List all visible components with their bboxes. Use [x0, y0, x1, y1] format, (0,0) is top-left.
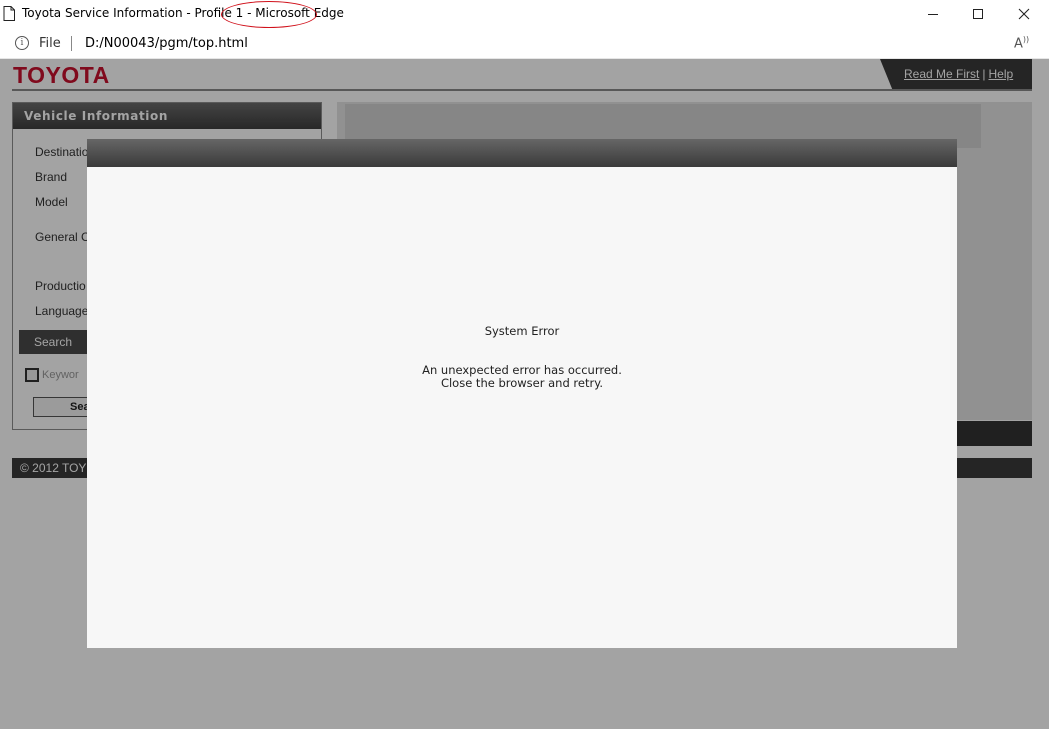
window-title-bar: Toyota Service Information - Profile 1 -… — [0, 0, 1049, 29]
url-field[interactable]: D:/N00043/pgm/top.html — [85, 36, 248, 51]
address-divider — [71, 36, 72, 51]
error-dialog: System Error An unexpected error has occ… — [87, 139, 957, 648]
error-message-line2: Close the browser and retry. — [440, 376, 604, 390]
page-content: TOYOTA Read Me First | Help Vehicle Inform… — [0, 59, 1049, 729]
close-button[interactable] — [1001, 0, 1047, 29]
scheme-label: File — [39, 36, 61, 51]
error-dialog-header — [87, 139, 957, 167]
read-aloud-icon[interactable]: A)) — [1014, 35, 1029, 51]
maximize-button[interactable] — [955, 0, 1001, 29]
minimize-icon — [928, 14, 938, 15]
error-message-line1: An unexpected error has occurred. — [422, 363, 622, 377]
address-bar: i File D:/N00043/pgm/top.html A)) — [0, 29, 1049, 59]
site-info-icon[interactable]: i — [15, 36, 29, 50]
document-icon — [3, 6, 15, 21]
maximize-icon — [973, 9, 983, 19]
close-icon — [1018, 8, 1030, 20]
highlight-annotation-ring — [221, 1, 317, 28]
error-title: System Error — [484, 324, 560, 338]
minimize-button[interactable] — [910, 0, 956, 29]
